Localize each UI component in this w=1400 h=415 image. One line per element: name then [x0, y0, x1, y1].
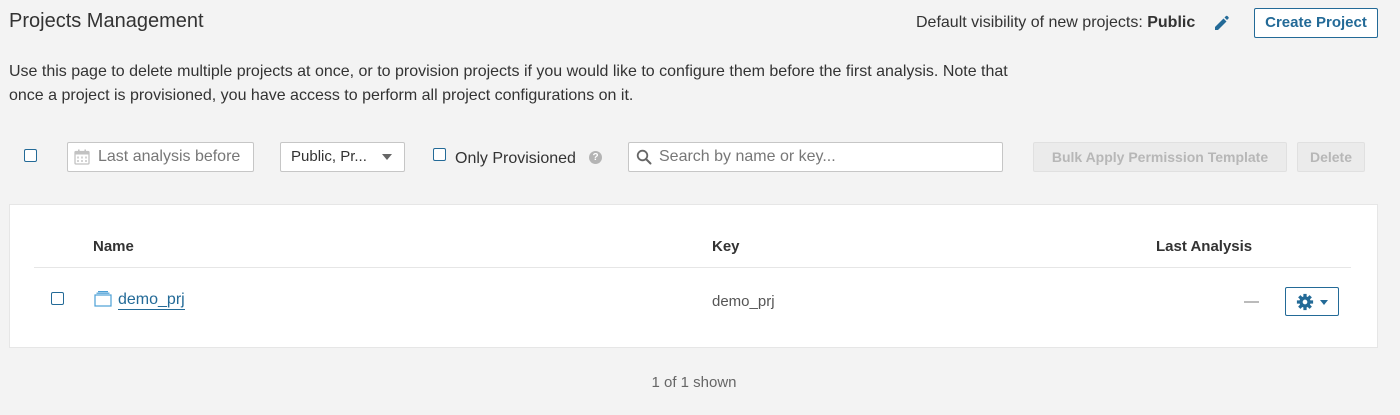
only-provisioned-label[interactable]: Only Provisioned	[455, 150, 576, 168]
default-visibility-label: Default visibility of new projects:	[916, 14, 1143, 31]
row-checkbox[interactable]	[51, 292, 64, 305]
projects-table-panel	[9, 204, 1378, 348]
chevron-down-icon	[1320, 300, 1328, 305]
column-header-key: Key	[712, 238, 740, 255]
page-title: Projects Management	[9, 10, 204, 32]
search-input[interactable]: Search by name or key...	[628, 142, 1003, 172]
calendar-icon	[73, 148, 91, 166]
default-visibility: Default visibility of new projects: Publ…	[916, 14, 1195, 32]
results-count: 1 of 1 shown	[651, 374, 737, 391]
search-icon	[636, 149, 652, 165]
project-icon	[94, 291, 112, 307]
page-description: Use this page to delete multiple project…	[9, 63, 1008, 104]
project-actions-button[interactable]	[1285, 287, 1339, 316]
table-header-divider	[34, 267, 1351, 268]
default-visibility-value: Public	[1147, 14, 1196, 31]
select-all-checkbox[interactable]	[24, 149, 37, 162]
only-provisioned-checkbox[interactable]	[433, 148, 446, 161]
gear-icon	[1296, 293, 1314, 311]
delete-button[interactable]: Delete	[1297, 142, 1365, 172]
project-key: demo_prj	[712, 293, 775, 310]
column-header-last-analysis: Last Analysis	[1156, 238, 1253, 255]
chevron-down-icon	[382, 154, 392, 160]
last-analysis-value: —	[1244, 293, 1259, 310]
create-project-button[interactable]: Create Project	[1254, 8, 1378, 38]
column-header-name: Name	[93, 238, 134, 255]
help-icon[interactable]: ?	[589, 151, 602, 164]
project-name-link[interactable]: demo_prj	[118, 292, 185, 310]
pencil-icon[interactable]	[1212, 14, 1230, 32]
bulk-apply-permission-template-button[interactable]: Bulk Apply Permission Template	[1033, 142, 1287, 172]
last-analysis-date-input[interactable]: Last analysis before	[67, 142, 254, 172]
